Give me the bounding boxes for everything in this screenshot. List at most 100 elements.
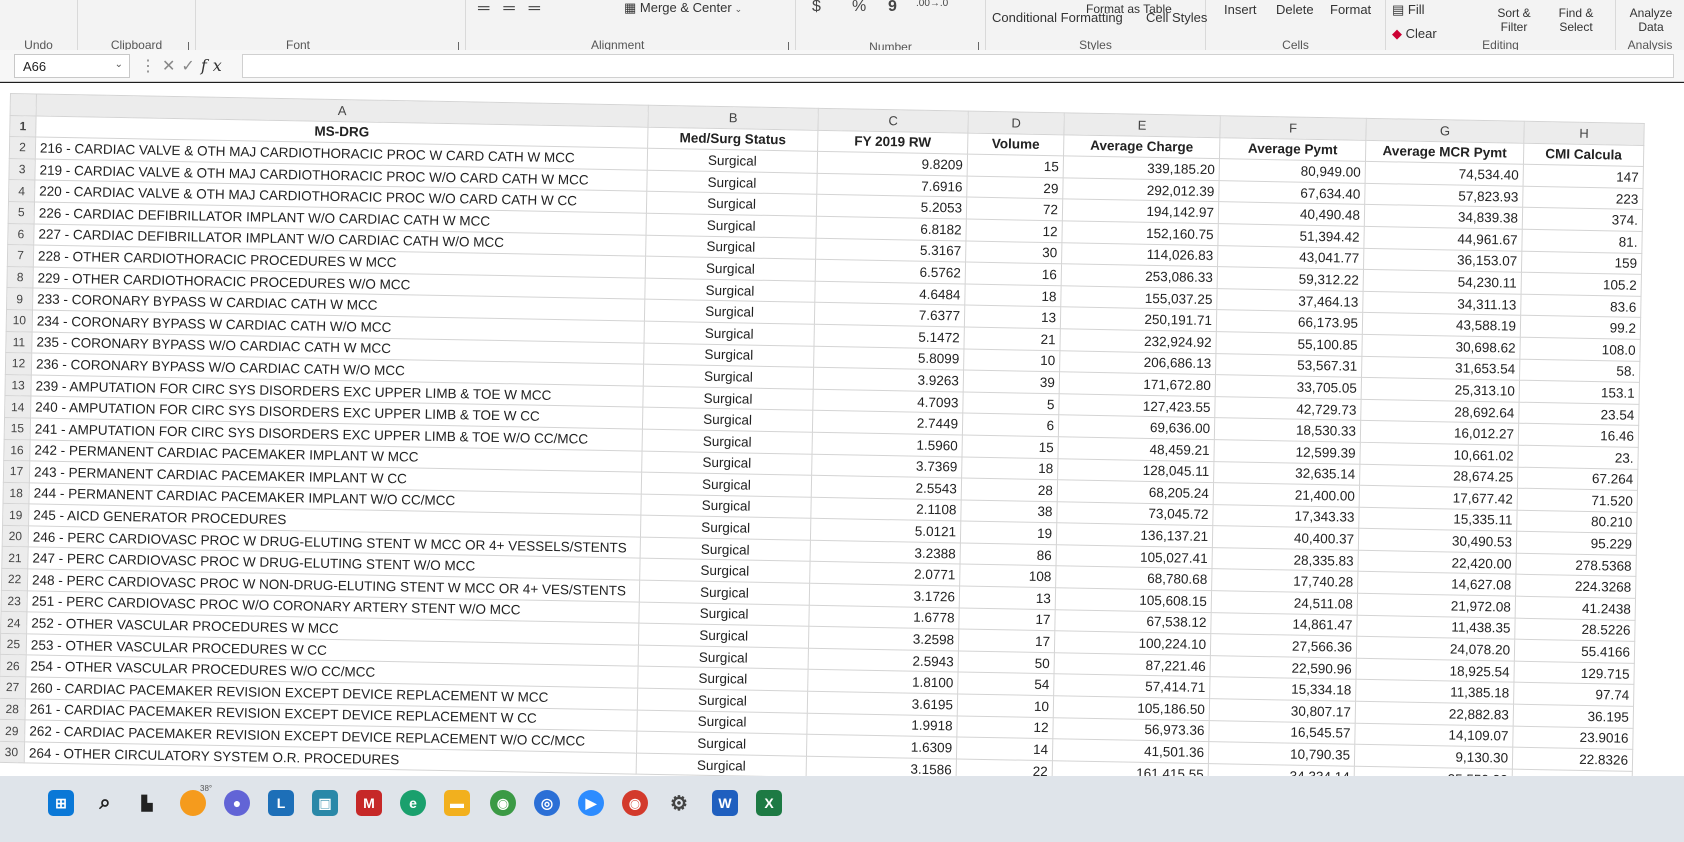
cell-rw[interactable]: 3.2598 — [808, 626, 959, 651]
find-select-button[interactable]: Find & Select — [1546, 6, 1606, 34]
cell-cmi[interactable]: 129.715 — [1513, 661, 1635, 685]
cell-vol[interactable]: 30 — [965, 240, 1062, 264]
cell-mcr[interactable]: 9,130.30 — [1354, 744, 1513, 769]
cell-vol[interactable]: 15 — [961, 434, 1059, 459]
cell-pymt[interactable]: 67,634.40 — [1218, 180, 1366, 205]
enter-icon[interactable]: ✓ — [181, 58, 200, 75]
cell-status[interactable]: Surgical — [642, 385, 814, 411]
column-header-cell[interactable]: FY 2019 RW — [817, 129, 968, 155]
app-blue-icon[interactable]: ▣ — [312, 790, 338, 816]
row-number[interactable]: 29 — [0, 719, 26, 742]
cell-pymt[interactable]: 66,173.95 — [1216, 309, 1363, 335]
search-icon[interactable]: ⌕ — [92, 790, 118, 816]
cell-rw[interactable]: 6.5762 — [815, 259, 966, 284]
cell-status[interactable]: Surgical — [640, 537, 811, 562]
cell-charge[interactable]: 152,160.75 — [1061, 220, 1219, 246]
cell-cmi[interactable]: 28.5226 — [1514, 617, 1636, 642]
cell-vol[interactable]: 72 — [966, 197, 1063, 221]
row-number[interactable]: 25 — [0, 633, 27, 656]
column-letter[interactable]: G — [1365, 118, 1525, 143]
task-view-icon[interactable]: ▙ — [134, 790, 160, 816]
cell-vol[interactable]: 13 — [964, 305, 1061, 329]
cell-mcr[interactable]: 18,925.54 — [1355, 658, 1515, 683]
cell-pymt[interactable]: 27,566.36 — [1210, 633, 1357, 659]
cell-charge[interactable]: 48,459.21 — [1057, 436, 1215, 462]
column-header-cell[interactable]: Med/Surg Status — [647, 126, 818, 152]
cell-cmi[interactable]: 23.54 — [1518, 401, 1640, 426]
cell-cmi[interactable]: 80.210 — [1516, 509, 1638, 534]
cell-rw[interactable]: 6.8182 — [815, 216, 967, 241]
align-icons[interactable]: ═══ — [478, 0, 554, 18]
cell-rw[interactable]: 5.0121 — [810, 518, 961, 543]
cell-rw[interactable]: 7.6916 — [816, 173, 968, 198]
cell-mcr[interactable]: 54,230.11 — [1363, 269, 1522, 294]
chrome-icon[interactable]: ◉ — [490, 790, 516, 816]
cell-rw[interactable]: 3.1726 — [809, 583, 960, 608]
cell-status[interactable]: Surgical — [644, 321, 815, 346]
cell-vol[interactable]: 6 — [962, 413, 1059, 437]
insert-button[interactable]: Insert — [1224, 2, 1257, 17]
cell-pymt[interactable]: 32,635.14 — [1213, 461, 1360, 486]
column-letter[interactable]: E — [1063, 112, 1221, 138]
cell-status[interactable]: Surgical — [644, 277, 816, 303]
increase-decimal-button[interactable]: .00→.0 — [916, 0, 948, 9]
cell-rw[interactable]: 2.5543 — [811, 475, 962, 500]
cell-vol[interactable]: 18 — [961, 456, 1058, 480]
cell-cmi[interactable]: 105.2 — [1521, 272, 1642, 297]
cell-cmi[interactable]: 16.46 — [1518, 423, 1639, 448]
cell-vol[interactable]: 21 — [963, 326, 1061, 351]
cell-vol[interactable]: 29 — [966, 175, 1064, 200]
settings-icon[interactable]: ⚙ — [666, 790, 692, 816]
cell-mcr[interactable]: 30,490.53 — [1358, 528, 1517, 554]
cell-status[interactable]: Surgical — [645, 256, 816, 282]
chat-icon[interactable]: ● — [224, 790, 250, 816]
cell-pymt[interactable]: 18,530.33 — [1214, 417, 1361, 443]
cell-mcr[interactable]: 24,078.20 — [1356, 636, 1515, 662]
cell-cmi[interactable]: 58. — [1519, 358, 1640, 383]
row-number[interactable]: 10 — [6, 309, 33, 332]
cell-pymt[interactable]: 40,400.37 — [1212, 525, 1359, 551]
copilot-icon[interactable]: ◎ — [534, 790, 560, 816]
row-number[interactable]: 24 — [0, 611, 27, 634]
word-icon[interactable]: W — [712, 790, 738, 816]
cancel-icon[interactable]: ✕ — [162, 58, 181, 75]
cell-pymt[interactable]: 17,740.28 — [1211, 569, 1358, 594]
cell-pymt[interactable]: 37,464.13 — [1216, 288, 1364, 313]
cell-pymt[interactable]: 80,949.00 — [1219, 158, 1366, 184]
cell-charge[interactable]: 56,973.36 — [1052, 717, 1210, 742]
windows-start-icon[interactable]: ⊞ — [48, 790, 74, 816]
cell-cmi[interactable]: 374. — [1522, 207, 1643, 232]
cell-pymt[interactable]: 42,729.73 — [1214, 396, 1362, 421]
cell-charge[interactable]: 114,026.83 — [1061, 242, 1218, 267]
cell-charge[interactable]: 68,780.68 — [1055, 566, 1212, 591]
cell-mcr[interactable]: 34,311.13 — [1362, 291, 1522, 316]
cell-status[interactable]: Surgical — [641, 450, 813, 476]
cell-status[interactable]: Surgical — [638, 601, 810, 627]
cell-mcr[interactable]: 34,839.38 — [1364, 204, 1523, 230]
column-letter[interactable]: F — [1219, 115, 1367, 140]
row-number[interactable]: 11 — [5, 331, 33, 354]
analyze-data-button[interactable]: Analyze Data — [1626, 6, 1676, 34]
row-number[interactable]: 27 — [0, 676, 26, 699]
cell-vol[interactable]: 18 — [964, 283, 1062, 308]
cell-pymt[interactable]: 53,567.31 — [1215, 353, 1362, 378]
comma-style-button[interactable]: 9 — [888, 0, 897, 16]
cell-charge[interactable]: 68,205.24 — [1057, 479, 1214, 505]
cell-status[interactable]: Surgical — [639, 580, 810, 605]
cell-vol[interactable]: 5 — [962, 391, 1060, 416]
cell-status[interactable]: Surgical — [644, 299, 815, 325]
cell-mcr[interactable]: 22,420.00 — [1357, 550, 1517, 575]
cell-pymt[interactable]: 51,394.42 — [1217, 223, 1365, 248]
cell-charge[interactable]: 73,045.72 — [1056, 501, 1214, 526]
cell-vol[interactable]: 17 — [958, 629, 1055, 653]
cell-rw[interactable]: 1.6778 — [808, 604, 960, 630]
cell-charge[interactable]: 339,185.20 — [1063, 156, 1220, 181]
cell-charge[interactable]: 67,538.12 — [1054, 609, 1212, 634]
cell-mcr[interactable]: 57,823.93 — [1364, 183, 1524, 208]
cell-status[interactable]: Surgical — [647, 148, 818, 174]
column-header-cell[interactable]: CMI Calcula — [1523, 142, 1644, 167]
cell-cmi[interactable]: 67.264 — [1517, 466, 1638, 491]
cell-rw[interactable]: 2.1108 — [810, 496, 962, 522]
row-number[interactable]: 12 — [5, 352, 32, 375]
cell-pymt[interactable]: 15,334.18 — [1209, 677, 1356, 702]
